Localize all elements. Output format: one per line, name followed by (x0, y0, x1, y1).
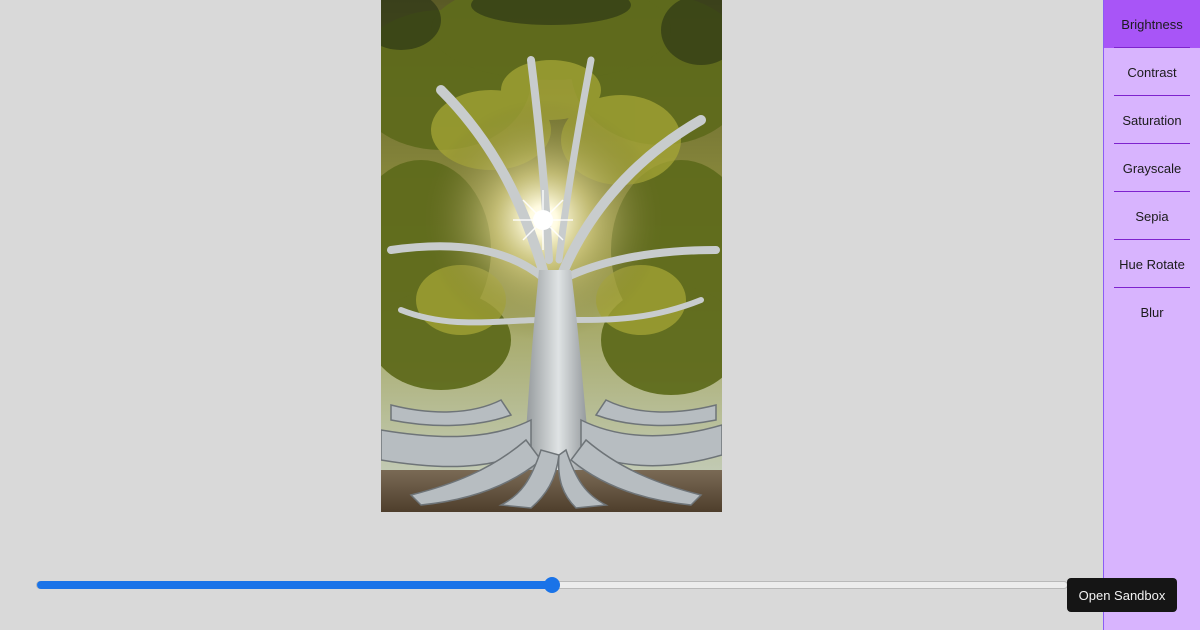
app-stage: Brightness Contrast Saturation Grayscale… (0, 0, 1200, 630)
filter-saturation-button[interactable]: Saturation (1104, 96, 1200, 144)
tree-photo (381, 0, 722, 512)
filter-slider[interactable] (36, 577, 1068, 593)
filter-sidebar: Brightness Contrast Saturation Grayscale… (1103, 0, 1200, 630)
filter-blur-button[interactable]: Blur (1104, 288, 1200, 336)
slider-fill (37, 581, 552, 589)
filter-hue-rotate-button[interactable]: Hue Rotate (1104, 240, 1200, 288)
filter-brightness-button[interactable]: Brightness (1104, 0, 1200, 48)
filter-contrast-button[interactable]: Contrast (1104, 48, 1200, 96)
filter-grayscale-button[interactable]: Grayscale (1104, 144, 1200, 192)
filter-sepia-button[interactable]: Sepia (1104, 192, 1200, 240)
slider-thumb[interactable] (544, 577, 560, 593)
open-sandbox-button[interactable]: Open Sandbox (1067, 578, 1177, 612)
